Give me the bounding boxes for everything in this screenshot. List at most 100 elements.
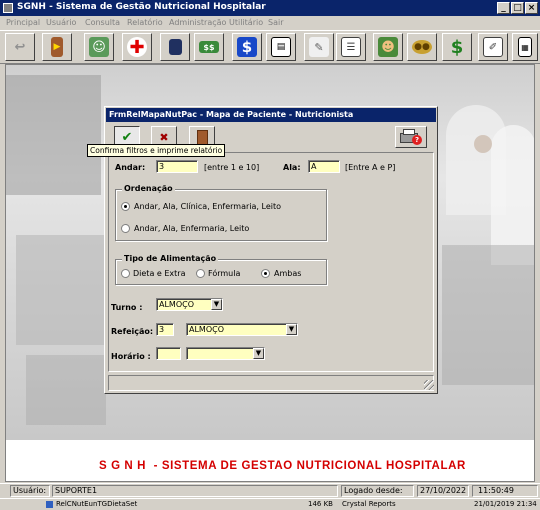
toolbar-coins-button[interactable]: ●● [407,33,437,61]
green-dollar-icon: $ [450,36,464,58]
chevron-down-icon[interactable]: ▼ [286,324,297,335]
background-photo-shape [474,135,492,153]
menu-sair[interactable]: Sair [268,18,284,27]
return-icon: ↩ [14,39,26,55]
resize-grip-icon[interactable] [424,380,434,390]
horario-label: Horário : [111,352,151,361]
toolbar-nutritionist-button[interactable]: ☺ [84,33,114,61]
horario-code-input[interactable] [156,347,181,360]
ala-hint: [Entre A e P] [345,163,396,172]
coins-icon: ●● [412,40,432,54]
dialog-title: FrmRelMapaNutPac - Mapa de Paciente - Nu… [106,108,436,122]
background-photo-shape [442,245,534,385]
toolbar-money-button[interactable]: $$ [194,33,224,61]
ambas-radio[interactable] [261,269,270,278]
banner-title: S G N H - SISTEMA DE GESTAO NUTRICIONAL … [99,460,466,472]
background-photo-shape [16,235,106,345]
minimize-button[interactable]: _ [497,2,510,14]
menu-administracao[interactable]: Administração [169,18,226,27]
toolbar-return-button[interactable]: ↩ [5,33,35,61]
dieta-extra-label[interactable]: Dieta e Extra [133,269,185,278]
check-icon: ✔ [121,129,133,145]
turno-label: Turno : [111,303,143,312]
toolbar: ↩ ▶ ☺ ✚ $$ $ ▤ ✎ ☰ ☻ ●● $ ✐ ▦ [0,30,540,64]
usuario-label: Usuário: [10,485,50,497]
toolbar-green-dollar-button[interactable]: $ [442,33,472,61]
chevron-down-icon[interactable]: ▼ [253,348,264,359]
andar-hint: [entre 1 e 10] [204,163,260,172]
calculator-icon: ▦ [518,37,532,57]
app-icon [3,3,13,13]
background-file-list-row: RelCNutEunTGDietaSet 146 KB Crystal Repo… [0,498,540,510]
background-photo-shape [491,125,534,265]
ala-input[interactable]: A [308,160,340,173]
dialog-status-strip [108,375,434,391]
menu-principal[interactable]: Principal [6,18,40,27]
app-title: SGNH - Sistema de Gestão Nutricional Hos… [17,2,266,12]
login-date: 27/10/2022 [417,485,469,497]
ambas-label[interactable]: Ambas [274,269,301,278]
print-help-button[interactable]: ? [395,126,427,148]
scroll-icon: ✎ [309,37,329,57]
ordenacao-option-1-label[interactable]: Andar, Ala, Clínica, Enfermaria, Leito [134,202,281,211]
banner-area: S G N H - SISTEMA DE GESTAO NUTRICIONAL … [6,440,534,481]
notes-icon: ✐ [483,37,503,57]
notebook-icon [168,39,182,55]
refeicao-value: ALMOÇO [189,325,225,334]
file-name[interactable]: RelCNutEunTGDietaSet [56,500,137,508]
toolbar-scroll-button[interactable]: ✎ [304,33,334,61]
toolbar-calculator-button[interactable]: ▦ [512,33,538,61]
toolbar-notebook-button[interactable] [160,33,190,61]
toolbar-document-button[interactable]: ▤ [266,33,296,61]
menu-utilitario[interactable]: Utilitário [229,18,263,27]
money-icon: $$ [199,41,219,53]
login-time: 11:50:49 [472,485,538,497]
user-icon: ☻ [378,37,398,57]
x-icon: ✖ [159,130,169,144]
toolbar-exit-button[interactable]: ▶ [42,33,72,61]
background-photo-shape [6,75,101,195]
file-size: 146 KB [308,500,333,508]
toolbar-notes-button[interactable]: ✐ [478,33,508,61]
ordenacao-option-2-label[interactable]: Andar, Ala, Enfermaria, Leito [134,224,249,233]
formula-radio[interactable] [196,269,205,278]
dieta-extra-radio[interactable] [121,269,130,278]
refeicao-label: Refeição: [111,327,154,336]
exit-icon [196,129,208,145]
ordenacao-option-1-radio[interactable] [121,202,130,211]
logado-label: Logado desde: [341,485,414,497]
toolbar-dollar-button[interactable]: $ [232,33,262,61]
refeicao-select[interactable]: ALMOÇO ▼ [186,323,298,336]
toolbar-health-button[interactable]: ✚ [122,33,152,61]
menu-usuario[interactable]: Usuário [46,18,76,27]
app-titlebar: SGNH - Sistema de Gestão Nutricional Hos… [0,0,540,16]
red-cross-icon: ✚ [127,37,147,58]
form-icon: ☰ [341,37,361,57]
file-type: Crystal Reports [342,500,396,508]
horario-select[interactable]: ▼ [186,347,265,360]
andar-input[interactable]: 3 [156,160,198,173]
toolbar-form-button[interactable]: ☰ [336,33,366,61]
close-button[interactable]: × [525,2,538,14]
menu-consulta[interactable]: Consulta [85,18,120,27]
ordenacao-option-2-radio[interactable] [121,224,130,233]
toolbar-user-button[interactable]: ☻ [373,33,403,61]
ala-label: Ala: [283,163,301,172]
refeicao-code-input[interactable]: 3 [156,323,174,336]
formula-label[interactable]: Fórmula [208,269,240,278]
menu-bar: Principal Usuário Consulta Relatório Adm… [0,16,540,30]
turno-value: ALMOÇO [159,300,195,309]
turno-select[interactable]: ALMOÇO ▼ [156,298,223,311]
status-bar: Usuário: SUPORTE1 Logado desde: 27/10/20… [0,483,540,498]
document-icon: ▤ [271,37,291,57]
ordenacao-group: Ordenação Andar, Ala, Clínica, Enfermari… [115,184,327,241]
menu-relatorio[interactable]: Relatório [127,18,163,27]
report-file-icon [46,501,53,508]
chevron-down-icon[interactable]: ▼ [211,299,222,310]
tipo-alimentacao-title: Tipo de Alimentação [122,254,219,263]
file-date: 21/01/2019 21:34 [474,500,537,508]
nutritionist-icon: ☺ [89,37,109,57]
maximize-button[interactable]: □ [511,2,524,14]
exit-door-icon: ▶ [51,37,63,57]
ordenacao-title: Ordenação [122,184,175,193]
